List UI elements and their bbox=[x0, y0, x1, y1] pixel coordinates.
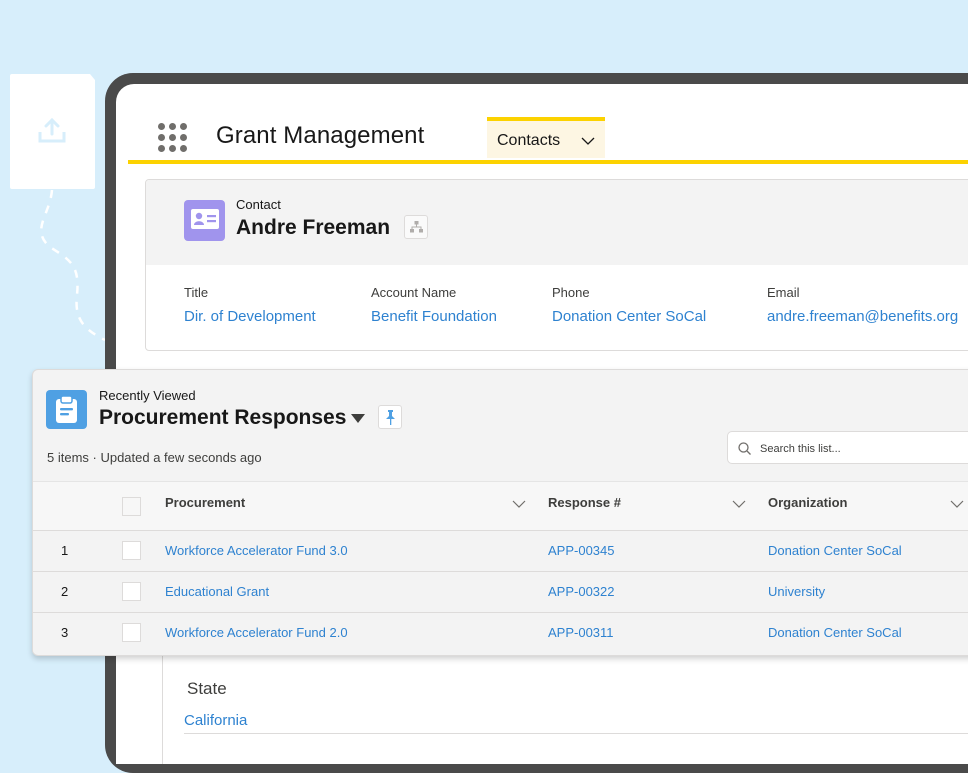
state-field-label: State bbox=[187, 679, 227, 698]
list-data-table: Procurement Response # Organization 1 Wo… bbox=[33, 481, 968, 653]
divider bbox=[184, 733, 968, 734]
waffle-dot bbox=[169, 123, 176, 130]
column-header-procurement[interactable]: Procurement bbox=[165, 495, 245, 510]
contact-card-icon bbox=[184, 200, 225, 241]
column-header-response-number[interactable]: Response # bbox=[548, 495, 621, 510]
organization-link[interactable]: University bbox=[768, 584, 825, 599]
field-email: Email andre.freeman@benefits.org bbox=[767, 285, 958, 325]
organization-link[interactable]: Donation Center SoCal bbox=[768, 543, 902, 558]
row-number: 3 bbox=[61, 625, 69, 640]
list-search-input[interactable] bbox=[758, 438, 968, 460]
pin-list-button[interactable] bbox=[378, 405, 402, 429]
record-header: Contact Andre Freeman bbox=[146, 180, 968, 265]
hierarchy-icon bbox=[410, 221, 423, 233]
search-icon bbox=[738, 442, 751, 455]
state-field-value[interactable]: California bbox=[184, 712, 247, 729]
contact-record-card: Contact Andre Freeman Title Dir. of Deve… bbox=[145, 179, 968, 351]
list-view-eyebrow: Recently Viewed bbox=[99, 388, 196, 403]
nav-tab-contacts[interactable]: Contacts bbox=[487, 117, 605, 158]
row-number: 2 bbox=[61, 584, 69, 599]
clipboard-icon bbox=[46, 390, 87, 429]
response-number-link[interactable]: APP-00311 bbox=[548, 625, 614, 640]
waffle-dot bbox=[158, 134, 165, 141]
procurement-link[interactable]: Workforce Accelerator Fund 2.0 bbox=[165, 625, 348, 640]
row-number: 1 bbox=[61, 543, 69, 558]
waffle-dot bbox=[180, 123, 187, 130]
procurement-link[interactable]: Workforce Accelerator Fund 3.0 bbox=[165, 543, 348, 558]
row-checkbox[interactable] bbox=[122, 541, 141, 560]
field-phone: Phone Donation Center SoCal bbox=[552, 285, 706, 325]
waffle-dot bbox=[180, 134, 187, 141]
app-title: Grant Management bbox=[216, 122, 425, 149]
header-accent-rule bbox=[128, 160, 968, 164]
response-number-link[interactable]: APP-00322 bbox=[548, 584, 615, 599]
column-header-organization[interactable]: Organization bbox=[768, 495, 847, 510]
record-type-label: Contact bbox=[236, 197, 281, 212]
response-number-link[interactable]: APP-00345 bbox=[548, 543, 615, 558]
row-checkbox[interactable] bbox=[122, 623, 141, 642]
procurement-link[interactable]: Educational Grant bbox=[165, 584, 269, 599]
table-row: 3 Workforce Accelerator Fund 2.0 APP-003… bbox=[33, 613, 968, 653]
chevron-down-icon[interactable] bbox=[950, 500, 964, 508]
row-checkbox[interactable] bbox=[122, 582, 141, 601]
waffle-dot bbox=[169, 134, 176, 141]
field-value-link[interactable]: Benefit Foundation bbox=[371, 308, 497, 325]
select-all-checkbox[interactable] bbox=[122, 497, 141, 516]
table-header-row: Procurement Response # Organization bbox=[33, 481, 968, 531]
table-row: 2 Educational Grant APP-00322 University bbox=[33, 572, 968, 613]
divider bbox=[162, 644, 163, 764]
chevron-down-icon[interactable] bbox=[732, 500, 746, 508]
list-view-meta: 5 items · Updated a few seconds ago bbox=[47, 450, 262, 465]
table-row: 1 Workforce Accelerator Fund 3.0 APP-003… bbox=[33, 531, 968, 572]
list-search-box bbox=[727, 431, 968, 464]
waffle-icon bbox=[158, 123, 165, 130]
field-label: Phone bbox=[552, 285, 590, 300]
chevron-down-icon[interactable] bbox=[581, 137, 595, 145]
field-value-link[interactable]: Donation Center SoCal bbox=[552, 308, 706, 325]
chevron-down-icon[interactable] bbox=[512, 500, 526, 508]
field-label: Title bbox=[184, 285, 209, 300]
nav-tab-label: Contacts bbox=[497, 132, 561, 149]
waffle-dot bbox=[169, 145, 176, 152]
upload-icon bbox=[38, 118, 66, 143]
connector-dashed-line bbox=[39, 189, 106, 342]
field-value-link[interactable]: Dir. of Development bbox=[184, 308, 316, 325]
list-view-card: Recently Viewed Procurement Responses 5 … bbox=[32, 369, 968, 656]
organization-link[interactable]: Donation Center SoCal bbox=[768, 625, 902, 640]
app-launcher-button[interactable] bbox=[158, 123, 188, 153]
waffle-dot bbox=[180, 145, 187, 152]
app-header: Grant Management Contacts bbox=[128, 84, 968, 164]
field-title: Title Dir. of Development bbox=[184, 285, 316, 325]
field-label: Account Name bbox=[371, 285, 457, 300]
list-view-title: Procurement Responses bbox=[99, 406, 347, 429]
pin-icon bbox=[386, 410, 395, 425]
list-view-switcher-caret-icon[interactable] bbox=[351, 414, 365, 423]
upload-document-card bbox=[10, 74, 95, 189]
view-hierarchy-button[interactable] bbox=[404, 215, 428, 239]
record-name: Andre Freeman bbox=[236, 216, 391, 239]
field-value-link[interactable]: andre.freeman@benefits.org bbox=[767, 308, 958, 325]
field-label: Email bbox=[767, 285, 800, 300]
waffle-dot bbox=[158, 145, 165, 152]
field-account-name: Account Name Benefit Foundation bbox=[371, 285, 497, 325]
